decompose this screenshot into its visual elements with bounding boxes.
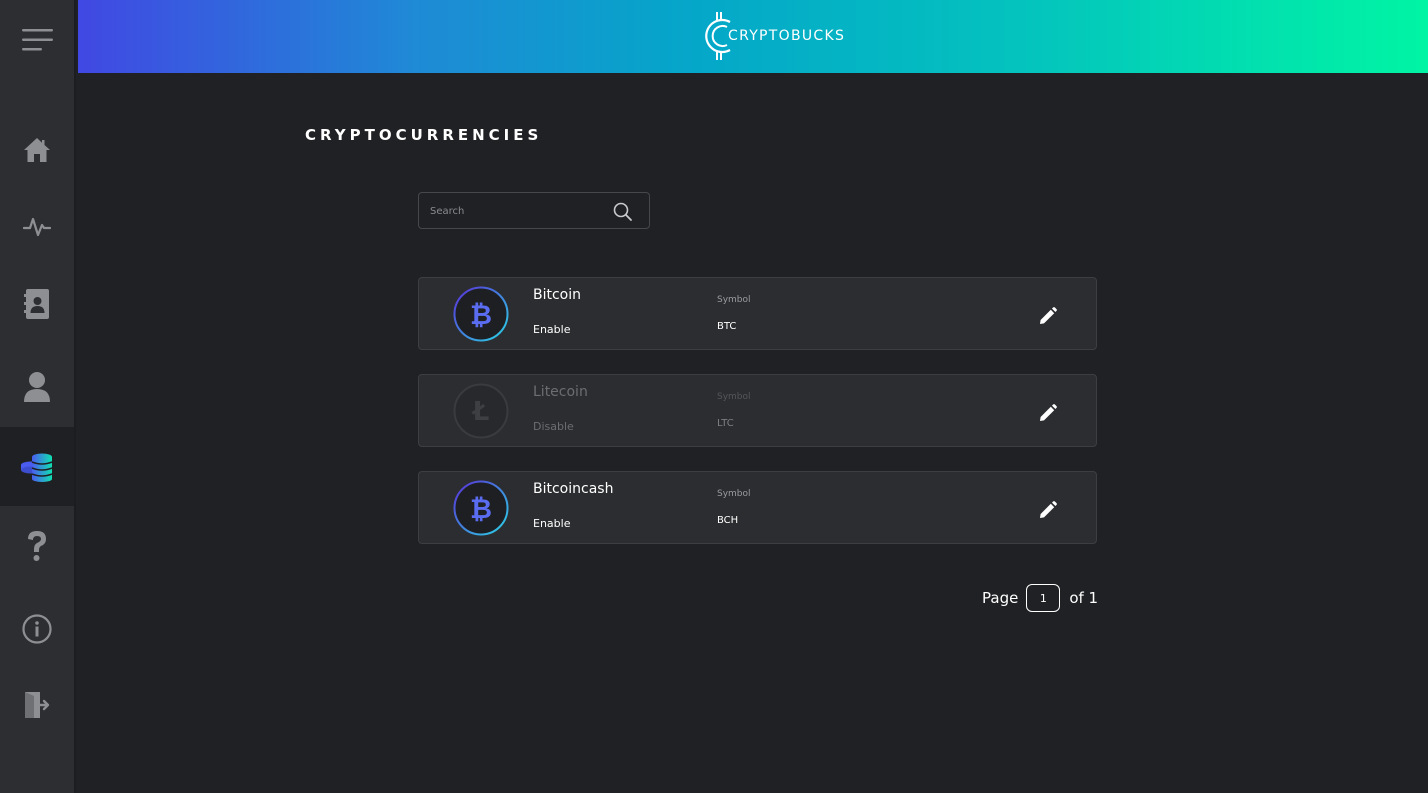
symbol-label: Symbol <box>717 489 751 499</box>
logo-suffix: BUCKS <box>790 28 846 44</box>
currency-status: Enable <box>533 517 571 530</box>
symbol-label: Symbol <box>717 392 751 402</box>
cryptobucks-logo[interactable]: CRYPTOBUCKS <box>700 10 845 62</box>
sidebar-item-logout[interactable] <box>0 665 74 744</box>
currency-status: Disable <box>533 420 574 433</box>
sidebar-item-cryptocurrencies[interactable] <box>0 427 74 506</box>
user-icon <box>24 371 50 402</box>
hamburger-icon <box>22 29 53 51</box>
pagination: Page 1 of 1 <box>982 584 1098 612</box>
bitcoin-icon: ₿ <box>453 480 509 536</box>
symbol-value: LTC <box>717 418 734 429</box>
currency-name: Bitcoincash <box>533 481 614 497</box>
svg-text:Ł: Ł <box>471 397 490 427</box>
sidebar-item-contacts[interactable] <box>0 264 74 343</box>
pencil-icon <box>1040 404 1057 421</box>
page-number-input[interactable]: 1 <box>1026 584 1061 612</box>
page-label: Page <box>982 589 1019 607</box>
pencil-icon <box>1040 501 1057 518</box>
search-box <box>418 192 650 229</box>
pencil-icon <box>1040 307 1057 324</box>
logo-text: CRYPTOBUCKS <box>728 28 845 44</box>
sidebar-item-activity[interactable] <box>0 186 74 265</box>
sidebar-item-info[interactable] <box>0 589 74 668</box>
page-title: CRYPTOCURRENCIES <box>305 126 543 144</box>
top-header: CRYPTOBUCKS <box>78 0 1428 73</box>
currency-card-bitcoincash: ₿ Bitcoincash Enable Symbol BCH <box>418 471 1097 544</box>
logo-prefix: CRYPTO <box>728 28 791 44</box>
info-icon <box>22 613 52 644</box>
search-input[interactable] <box>430 202 610 220</box>
svg-text:₿: ₿ <box>470 300 492 331</box>
sidebar-item-help[interactable] <box>0 506 74 585</box>
symbol-value: BTC <box>717 321 737 332</box>
edit-currency-button[interactable] <box>1037 499 1059 521</box>
currency-name: Litecoin <box>533 384 588 400</box>
symbol-label: Symbol <box>717 295 751 305</box>
currency-card-litecoin: Ł Litecoin Disable Symbol LTC <box>418 374 1097 447</box>
question-icon <box>28 530 46 561</box>
svg-text:₿: ₿ <box>470 494 492 525</box>
search-icon[interactable] <box>613 202 633 222</box>
currency-card-bitcoin: ₿ Bitcoin Enable Symbol BTC <box>418 277 1097 350</box>
symbol-value: BCH <box>717 515 739 526</box>
logout-icon <box>25 691 50 718</box>
home-icon <box>24 137 50 162</box>
page-total-label: of 1 <box>1069 589 1099 607</box>
edit-currency-button[interactable] <box>1037 305 1059 327</box>
sidebar-item-home[interactable] <box>0 110 74 189</box>
contact-book-icon <box>24 288 49 319</box>
coins-icon <box>21 453 53 482</box>
currency-name: Bitcoin <box>533 287 582 303</box>
litecoin-icon: Ł <box>453 383 509 439</box>
currency-status: Enable <box>533 323 571 336</box>
activity-icon <box>23 217 51 236</box>
bitcoin-icon: ₿ <box>453 286 509 342</box>
sidebar-item-account[interactable] <box>0 347 74 426</box>
menu-toggle-button[interactable] <box>0 0 76 80</box>
sidebar <box>0 0 76 793</box>
edit-currency-button[interactable] <box>1037 402 1059 424</box>
